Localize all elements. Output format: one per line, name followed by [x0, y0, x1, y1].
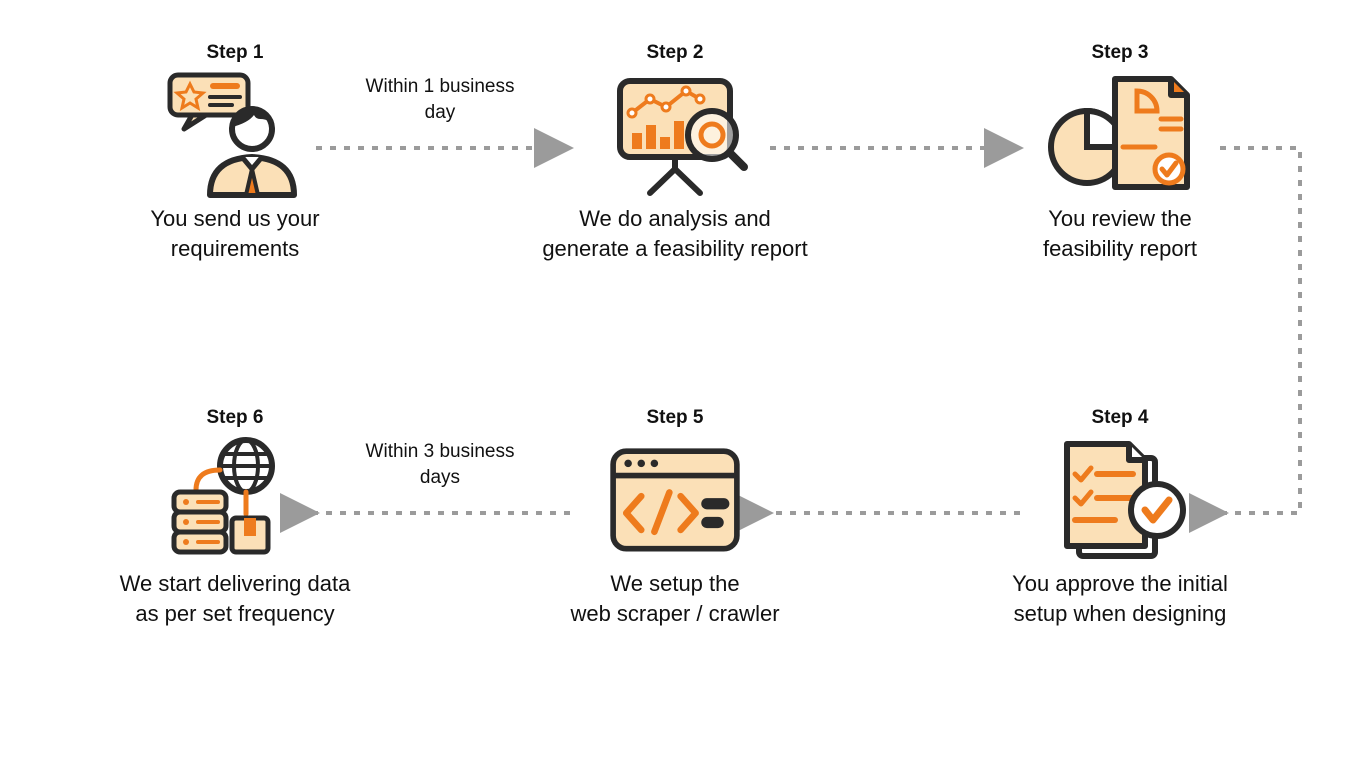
step-3-desc-line2: feasibility report: [1043, 236, 1197, 261]
connector-1-label-line1: Within 1 business: [366, 76, 515, 97]
step-6: Step 6 We start: [90, 407, 380, 628]
step-5-desc-line2: web scraper / crawler: [570, 601, 779, 626]
step-5-title: Step 5: [646, 407, 703, 429]
connector-5-label-line2: days: [420, 467, 460, 488]
step-2-desc: We do analysis and generate a feasibilit…: [542, 204, 807, 263]
connector-1-label: Within 1 business day: [350, 74, 530, 125]
step-4: Step 4 You approve the initial setup whe…: [985, 407, 1255, 628]
connector-1-label-line2: day: [425, 102, 456, 123]
step-1-desc: You send us your requirements: [150, 204, 319, 263]
step-2-desc-line1: We do analysis and: [579, 206, 771, 231]
step-3-title: Step 3: [1091, 42, 1148, 64]
step-4-title: Step 4: [1091, 407, 1148, 429]
step-4-icon-approve-checklist: [1045, 429, 1195, 569]
step-5-desc-line1: We setup the: [610, 571, 739, 596]
step-6-desc-line1: We start delivering data: [120, 571, 351, 596]
step-2-title: Step 2: [646, 42, 703, 64]
step-6-desc-line2: as per set frequency: [135, 601, 334, 626]
step-4-desc-line2: setup when designing: [1014, 601, 1227, 626]
step-1-desc-line2: requirements: [171, 236, 299, 261]
step-1: Step 1 You send us your requirements: [105, 42, 365, 263]
step-4-desc-line1: You approve the initial: [1012, 571, 1228, 596]
step-2-desc-line2: generate a feasibility report: [542, 236, 807, 261]
step-3: Step 3 You review the feasibility report: [990, 42, 1250, 263]
step-6-title: Step 6: [206, 407, 263, 429]
connector-5-label-line1: Within 3 business: [366, 441, 515, 462]
step-3-icon-report-piechart: [1045, 64, 1195, 204]
step-2: Step 2 We do analysis a: [530, 42, 820, 263]
step-4-desc: You approve the initial setup when desig…: [1012, 569, 1228, 628]
step-3-desc-line1: You review the: [1048, 206, 1192, 231]
step-3-desc: You review the feasibility report: [1043, 204, 1197, 263]
step-6-icon-data-delivery: [160, 429, 310, 569]
step-5-icon-code-browser: [600, 429, 750, 569]
step-2-icon-analysis-board: [600, 64, 750, 204]
step-1-icon-person-chat: [160, 64, 310, 204]
step-6-desc: We start delivering data as per set freq…: [120, 569, 351, 628]
step-1-title: Step 1: [206, 42, 263, 64]
step-5-desc: We setup the web scraper / crawler: [570, 569, 779, 628]
step-1-desc-line1: You send us your: [150, 206, 319, 231]
step-5: Step 5 We setup the web scraper / crawle…: [545, 407, 805, 628]
